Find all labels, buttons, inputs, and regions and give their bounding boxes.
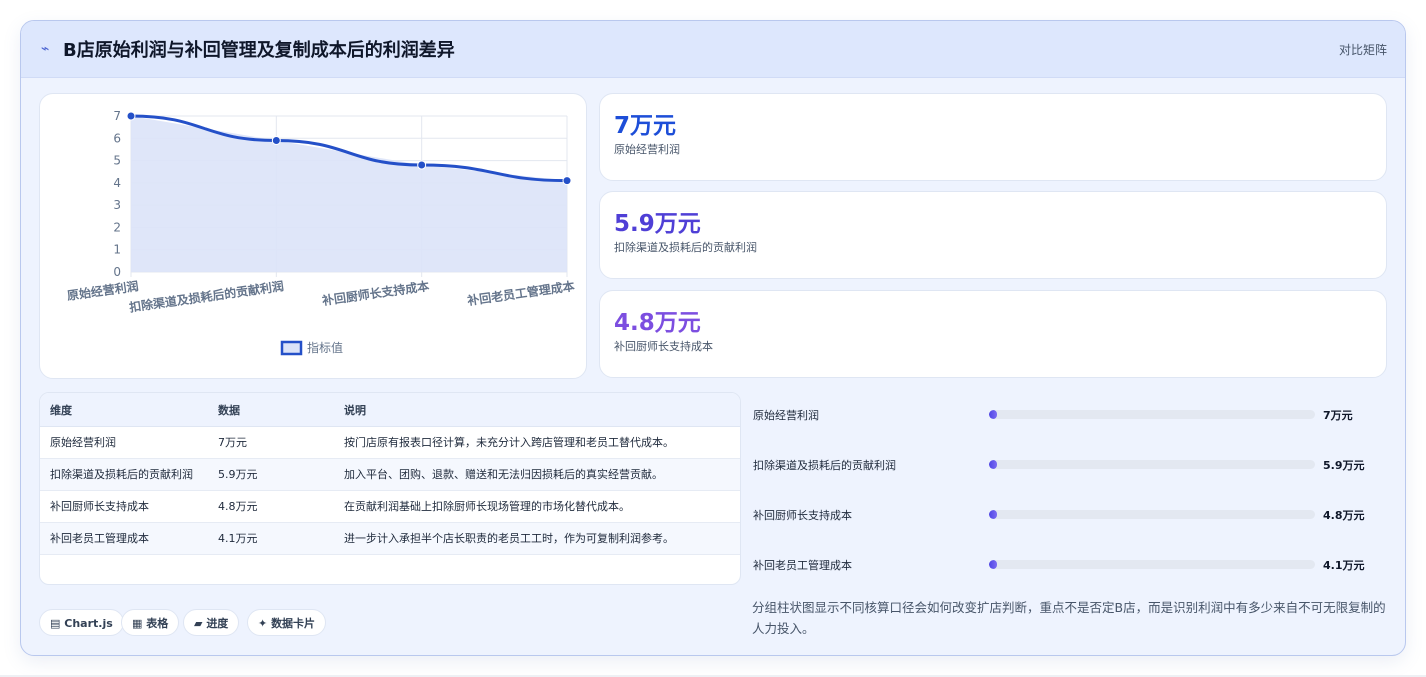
data-point bbox=[417, 160, 427, 170]
stat-card: 4.8万元 补回厨师长支持成本 bbox=[599, 290, 1387, 378]
y-tick-label: 5 bbox=[113, 154, 121, 168]
progress-value: 4.8万元 bbox=[1323, 509, 1365, 522]
y-tick-label: 3 bbox=[113, 198, 121, 212]
progress-icon: ▰ bbox=[194, 617, 203, 630]
y-tick-label: 2 bbox=[113, 220, 121, 234]
data-point bbox=[126, 111, 136, 121]
table-row: 扣除渠道及损耗后的贡献利润 5.9万元 加入平台、团购、退款、赠送和无法归因损耗… bbox=[40, 458, 740, 491]
progress-track bbox=[989, 460, 1315, 469]
column-header: 说明 bbox=[334, 393, 740, 427]
progress-label: 原始经营利润 bbox=[753, 409, 819, 422]
chip-label: 进度 bbox=[206, 617, 229, 630]
comparison-matrix-link[interactable]: 对比矩阵 bbox=[1339, 41, 1387, 58]
chip-label: 数据卡片 bbox=[271, 617, 316, 630]
progress-value: 4.1万元 bbox=[1323, 559, 1365, 572]
x-tick-label: 补回老员工管理成本 bbox=[465, 278, 575, 308]
card-icon: ✦ bbox=[258, 617, 268, 630]
data-point bbox=[562, 176, 572, 186]
y-tick-label: 1 bbox=[113, 243, 121, 257]
data-point bbox=[271, 136, 281, 146]
progress-fill bbox=[989, 510, 998, 519]
progress-label: 补回老员工管理成本 bbox=[753, 559, 852, 572]
table-row: 原始经营利润 7万元 按门店原有报表口径计算，未充分计入跨店管理和老员工替代成本… bbox=[40, 426, 740, 459]
stat-card: 7万元 原始经营利润 bbox=[599, 93, 1387, 181]
stat-label: 扣除渠道及损耗后的贡献利润 bbox=[614, 241, 757, 254]
progress-row: 补回老员工管理成本 4.1万元 bbox=[751, 555, 1391, 575]
table-cell: 补回老员工管理成本 bbox=[40, 522, 208, 555]
x-tick-label: 扣除渠道及损耗后的贡献利润 bbox=[128, 278, 285, 315]
data-table: 维度 数据 说明 原始经营利润 7万元 按门店原有报表口径计算，未充分计入跨店管… bbox=[40, 393, 740, 555]
chip-label: 表格 bbox=[146, 617, 169, 630]
series-area bbox=[131, 116, 567, 272]
column-header: 数据 bbox=[208, 393, 334, 427]
legend-label: 指标值 bbox=[307, 340, 343, 355]
chip-table[interactable]: ▦ 表格 bbox=[121, 609, 180, 636]
progress-label: 扣除渠道及损耗后的贡献利润 bbox=[753, 459, 896, 472]
progress-track bbox=[989, 560, 1315, 569]
progress-row: 扣除渠道及损耗后的贡献利润 5.9万元 bbox=[751, 455, 1391, 475]
stat-value: 4.8万元 bbox=[614, 310, 701, 336]
table-cell: 补回厨师长支持成本 bbox=[40, 490, 208, 523]
progress-track bbox=[989, 510, 1315, 519]
table-cell: 加入平台、团购、退款、赠送和无法归因损耗后的真实经营贡献。 bbox=[334, 458, 740, 491]
stat-label: 补回厨师长支持成本 bbox=[614, 340, 713, 353]
progress-fill bbox=[989, 460, 998, 469]
table-cell: 4.1万元 bbox=[208, 522, 334, 555]
progress-fill bbox=[989, 410, 998, 419]
chip-label: Chart.js bbox=[64, 617, 113, 630]
table-header-row: 维度 数据 说明 bbox=[40, 393, 740, 427]
progress-value: 5.9万元 bbox=[1323, 459, 1365, 472]
table-cell: 7万元 bbox=[208, 426, 334, 459]
progress-label: 补回厨师长支持成本 bbox=[753, 509, 852, 522]
table-row: 补回老员工管理成本 4.1万元 进一步计入承担半个店长职责的老员工工时，作为可复… bbox=[40, 522, 740, 555]
comparison-card: ⌁ B店原始利润与补回管理及复制成本后的利润差异 对比矩阵 0 1 2 3 4 5 6 7 原始… bbox=[20, 20, 1406, 656]
table-cell: 扣除渠道及损耗后的贡献利润 bbox=[40, 458, 208, 491]
table-cell: 进一步计入承担半个店长职责的老员工工时，作为可复制利润参考。 bbox=[334, 522, 740, 555]
page-title: B店原始利润与补回管理及复制成本后的利润差异 bbox=[63, 40, 455, 61]
chip-data-card[interactable]: ✦ 数据卡片 bbox=[247, 609, 327, 636]
table-cell: 4.8万元 bbox=[208, 490, 334, 523]
y-tick-label: 7 bbox=[113, 109, 121, 123]
y-tick-label: 6 bbox=[113, 131, 121, 145]
line-chart: 0 1 2 3 4 5 6 7 原始经营利润扣除渠道及损耗后的贡献利润 补回厨师长支持成本 补回老员… bbox=[66, 109, 575, 356]
x-tick-label: 补回厨师长支持成本 bbox=[320, 278, 430, 308]
chart-icon: ▤ bbox=[50, 617, 61, 630]
y-tick-label: 4 bbox=[113, 176, 121, 190]
table-icon: ▦ bbox=[132, 617, 143, 630]
card-header: ⌁ B店原始利润与补回管理及复制成本后的利润差异 对比矩阵 bbox=[21, 21, 1405, 78]
legend-swatch bbox=[280, 340, 303, 356]
table-cell: 按门店原有报表口径计算，未充分计入跨店管理和老员工替代成本。 bbox=[334, 426, 740, 459]
table-cell: 在贡献利润基础上扣除厨师长现场管理的市场化替代成本。 bbox=[334, 490, 740, 523]
chip-progress[interactable]: ▰ 进度 bbox=[183, 609, 240, 636]
stat-value: 5.9万元 bbox=[614, 211, 701, 237]
progress-row: 原始经营利润 7万元 bbox=[751, 405, 1391, 425]
table-cell: 原始经营利润 bbox=[40, 426, 208, 459]
column-header: 维度 bbox=[40, 393, 208, 427]
y-tick-label: 0 bbox=[113, 265, 121, 279]
chip-chartjs[interactable]: ▤ Chart.js bbox=[39, 609, 124, 636]
summary-note: 分组柱状图显示不同核算口径会如何改变扩店判断，重点不是否定B店，而是识别利润中有… bbox=[752, 600, 1386, 636]
progress-fill bbox=[989, 560, 998, 569]
progress-value: 7万元 bbox=[1323, 409, 1353, 422]
stat-card: 5.9万元 扣除渠道及损耗后的贡献利润 bbox=[599, 191, 1387, 279]
line-chart-panel: 0 1 2 3 4 5 6 7 原始经营利润 扣除渠道及损耗后的贡献利润 补回厨师长支持成本 补回老员… bbox=[39, 93, 587, 379]
x-tick-label: 原始经营利润 bbox=[66, 278, 139, 303]
pulse-icon: ⌁ bbox=[41, 41, 50, 57]
stat-value: 7万元 bbox=[614, 113, 677, 139]
table-cell: 5.9万元 bbox=[208, 458, 334, 491]
stat-label: 原始经营利润 bbox=[614, 143, 680, 156]
progress-row: 补回厨师长支持成本 4.8万元 bbox=[751, 505, 1391, 525]
data-table-panel: 维度 数据 说明 原始经营利润 7万元 按门店原有报表口径计算，未充分计入跨店管… bbox=[39, 392, 741, 585]
progress-track bbox=[989, 410, 1315, 419]
table-row: 补回厨师长支持成本 4.8万元 在贡献利润基础上扣除厨师长现场管理的市场化替代成… bbox=[40, 490, 740, 523]
